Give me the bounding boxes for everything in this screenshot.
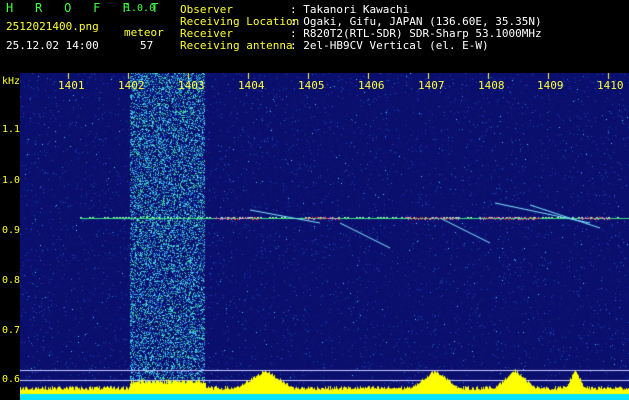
spectrogram-canvas: [20, 73, 629, 400]
y-tick-label: 0.6: [2, 374, 21, 385]
x-tick-label: 1403: [178, 79, 205, 92]
x-tick-label: 1406: [358, 79, 385, 92]
x-tick-label: 1405: [298, 79, 325, 92]
y-tick-label: 0.8: [2, 275, 21, 286]
y-tick-label: 0.7: [2, 325, 21, 336]
x-tick-label: 1408: [478, 79, 505, 92]
meteor-label: meteor: [124, 26, 164, 39]
y-axis: kHz: [0, 73, 20, 400]
antenna-label: Receiving antenna: [180, 39, 293, 52]
date-time: 25.12.02 14:00: [6, 39, 99, 52]
x-tick-label: 1410: [597, 79, 624, 92]
y-tick-label: 1.1: [2, 124, 21, 135]
y-tick-label: 1.0: [2, 175, 21, 186]
x-tick-label: 1401: [58, 79, 85, 92]
antenna-value: : 2el-HB9CV Vertical (el. E-W): [290, 39, 489, 52]
x-tick-label: 1402: [118, 79, 145, 92]
meteor-count: 57: [140, 39, 154, 52]
x-tick-label: 1409: [537, 79, 564, 92]
app-version: 1.0.0: [125, 3, 156, 14]
x-tick-label: 1407: [418, 79, 445, 92]
y-axis-unit: kHz: [2, 76, 21, 87]
file-name: 2512021400.png: [6, 20, 99, 33]
y-tick-label: 0.9: [2, 225, 21, 236]
x-tick-label: 1404: [238, 79, 265, 92]
header-panel: H R O F F T 1.0.0 2512021400.png 25.12.0…: [0, 0, 629, 73]
